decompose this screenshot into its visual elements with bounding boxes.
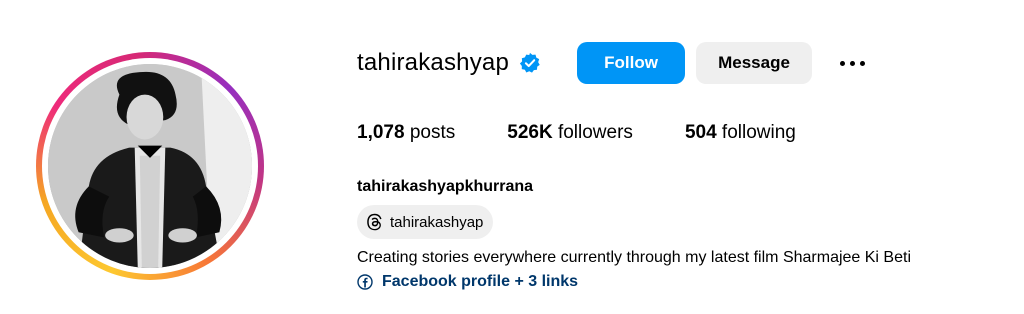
avatar[interactable] (48, 64, 252, 268)
profile-header: tahirakashyap Follow Message (357, 42, 868, 84)
more-options-icon[interactable] (836, 53, 868, 73)
followers-label: followers (557, 122, 633, 143)
full-name: tahirakashyapkhurrana (357, 178, 534, 195)
dot (839, 60, 845, 66)
bio-text: Creating stories everywhere currently th… (357, 249, 911, 266)
dot (859, 60, 865, 66)
posts-stat: 1,078 posts (357, 122, 455, 144)
following-label: following (721, 122, 796, 143)
avatar-photo (48, 64, 252, 268)
external-links[interactable]: Facebook profile + 3 links (357, 273, 578, 291)
follow-button[interactable]: Follow (577, 42, 686, 84)
facebook-icon (357, 274, 373, 290)
verified-badge-icon (519, 52, 541, 74)
links-label: Facebook profile + 3 links (382, 273, 579, 290)
threads-link[interactable]: tahirakashyap (357, 205, 494, 239)
message-button[interactable]: Message (696, 42, 813, 84)
following-stat[interactable]: 504 following (685, 122, 796, 144)
avatar-frame (42, 58, 258, 274)
followers-count: 526K (507, 122, 553, 143)
posts-label: posts (409, 122, 456, 143)
story-ring[interactable] (36, 52, 264, 280)
posts-count: 1,078 (357, 122, 405, 143)
profile-stats: 1,078 posts 526K followers 504 following (357, 122, 848, 144)
username: tahirakashyap (357, 49, 510, 76)
dot (849, 60, 855, 66)
threads-icon (367, 213, 382, 231)
threads-handle: tahirakashyap (390, 213, 484, 231)
followers-stat[interactable]: 526K followers (507, 122, 633, 144)
following-count: 504 (684, 122, 717, 143)
